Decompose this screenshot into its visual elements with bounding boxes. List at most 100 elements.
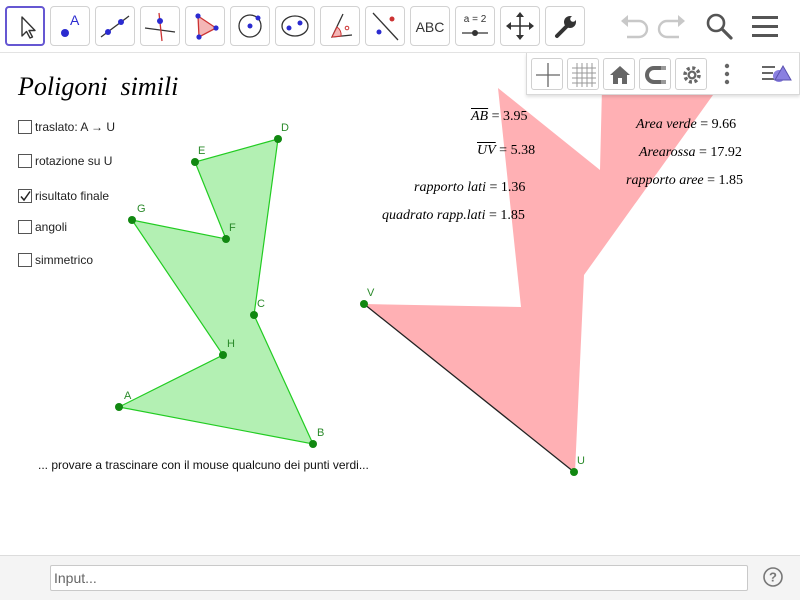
measure-quadrato-label: quadrato rapp.lati [382,208,486,223]
point-f[interactable] [222,235,230,243]
label-a: A [124,390,132,402]
point-h[interactable] [219,351,227,359]
help-button[interactable]: ? [762,566,784,588]
style-bar [526,53,800,95]
point-tool-letter: A [70,12,80,28]
grid-icon [572,63,596,87]
checkbox-box[interactable] [18,120,32,134]
menu-icon [752,16,778,37]
checkbox-label: traslato: A → U [35,120,116,134]
point-g[interactable] [128,216,136,224]
measure-uv: UV = 5.38 [477,143,535,159]
checkbox-label: angoli [35,220,68,234]
views-icon [762,64,792,82]
svg-text:?: ? [769,570,777,585]
redo-button[interactable] [652,6,692,46]
axes-toggle-button[interactable] [531,58,563,90]
measure-uv-value: = 5.38 [495,143,536,158]
undo-icon [621,15,649,39]
tools-button[interactable] [545,6,585,46]
label-g: G [137,203,146,215]
move-tool-button[interactable] [5,6,45,46]
grid-toggle-button[interactable] [567,58,599,90]
slider-tool-button[interactable]: a = 2 [455,6,495,46]
measure-rapporto-lati-value: = 1.36 [485,180,526,195]
polygon-tool-button[interactable] [185,6,225,46]
hint-text: ... provare a trascinare con il mouse qu… [38,458,369,472]
measure-area-rossa: Arearossa = 17.92 [639,145,742,161]
measure-area-verde-value: = 9.66 [696,117,737,132]
checkbox-box[interactable] [18,253,32,267]
toolbar: A ABC a = 2 [0,0,800,52]
menu-button[interactable] [746,6,786,46]
measure-rapporto-aree-label: rapporto aree [626,173,704,188]
circle-tool-button[interactable] [230,6,270,46]
label-d: D [281,122,289,134]
reflect-tool-button[interactable] [365,6,405,46]
polygon-tool-icon [195,13,219,40]
tools-wrench-icon [555,16,576,38]
green-polygon[interactable] [117,138,315,445]
line-tool-button[interactable] [95,6,135,46]
measure-ab-value: = 3.95 [488,109,528,124]
page-title: Poligoni simili [18,72,179,101]
measure-rapporto-aree-value: = 1.85 [703,173,744,188]
measure-area-rossa-label: Arearossa [639,145,696,160]
point-b[interactable] [309,440,317,448]
line-tool-icon [100,15,130,38]
search-button[interactable] [699,6,739,46]
angle-tool-icon [330,13,353,38]
perpendicular-tool-icon [144,12,176,42]
move-view-tool-button[interactable] [500,6,540,46]
point-a[interactable] [115,403,123,411]
checkbox-box[interactable] [18,220,32,234]
checkbox-label: risultato finale [35,189,110,203]
checkbox-label: rotazione su U [35,154,113,168]
measure-uv-label: UV [477,143,496,158]
point-e[interactable] [191,158,199,166]
reflect-tool-icon [372,12,399,41]
snap-button[interactable] [639,58,671,90]
measure-area-verde-label: Area verde [636,117,697,132]
measure-rapporto-lati: rapporto lati = 1.36 [414,180,525,196]
ellipse-tool-button[interactable] [275,6,315,46]
home-button[interactable] [603,58,635,90]
label-e: E [198,145,205,157]
point-v[interactable] [360,300,368,308]
settings-icon [683,66,701,84]
point-tool-button[interactable]: A [50,6,90,46]
measure-ab-label: AB [471,109,489,124]
point-u[interactable] [570,468,578,476]
more-button[interactable] [717,58,737,90]
magnet-icon [645,66,666,84]
text-tool-icon: ABC [415,19,445,35]
ellipse-tool-icon [281,15,309,37]
undo-button[interactable] [614,6,654,46]
measure-area-verde: Area verde = 9.66 [636,117,736,133]
perpendicular-tool-button[interactable] [140,6,180,46]
checkbox-box[interactable] [18,154,32,168]
text-tool-button[interactable]: ABC [410,6,450,46]
angle-tool-button[interactable] [320,6,360,46]
point-d[interactable] [274,135,282,143]
label-v: V [367,287,375,299]
label-h: H [227,338,235,350]
views-button[interactable] [759,58,795,90]
checkbox-box-checked[interactable] [18,189,32,203]
measure-area-rossa-value: = 17.92 [695,145,742,160]
move-view-tool-icon [506,12,534,40]
label-f: F [229,222,236,234]
measure-ab: AB = 3.95 [471,109,528,125]
help-icon: ? [763,567,783,587]
measure-rapporto-lati-label: rapporto lati [414,180,486,195]
point-c[interactable] [250,311,258,319]
checkmark-icon [20,191,31,202]
checkbox-label: simmetrico [35,253,94,267]
home-icon [610,66,630,84]
slider-tool-icon [462,30,488,36]
more-icon [724,63,730,85]
settings-button[interactable] [675,58,707,90]
measure-quadrato-value: = 1.85 [485,208,525,223]
label-c: C [257,298,265,310]
input-field[interactable] [50,565,748,591]
